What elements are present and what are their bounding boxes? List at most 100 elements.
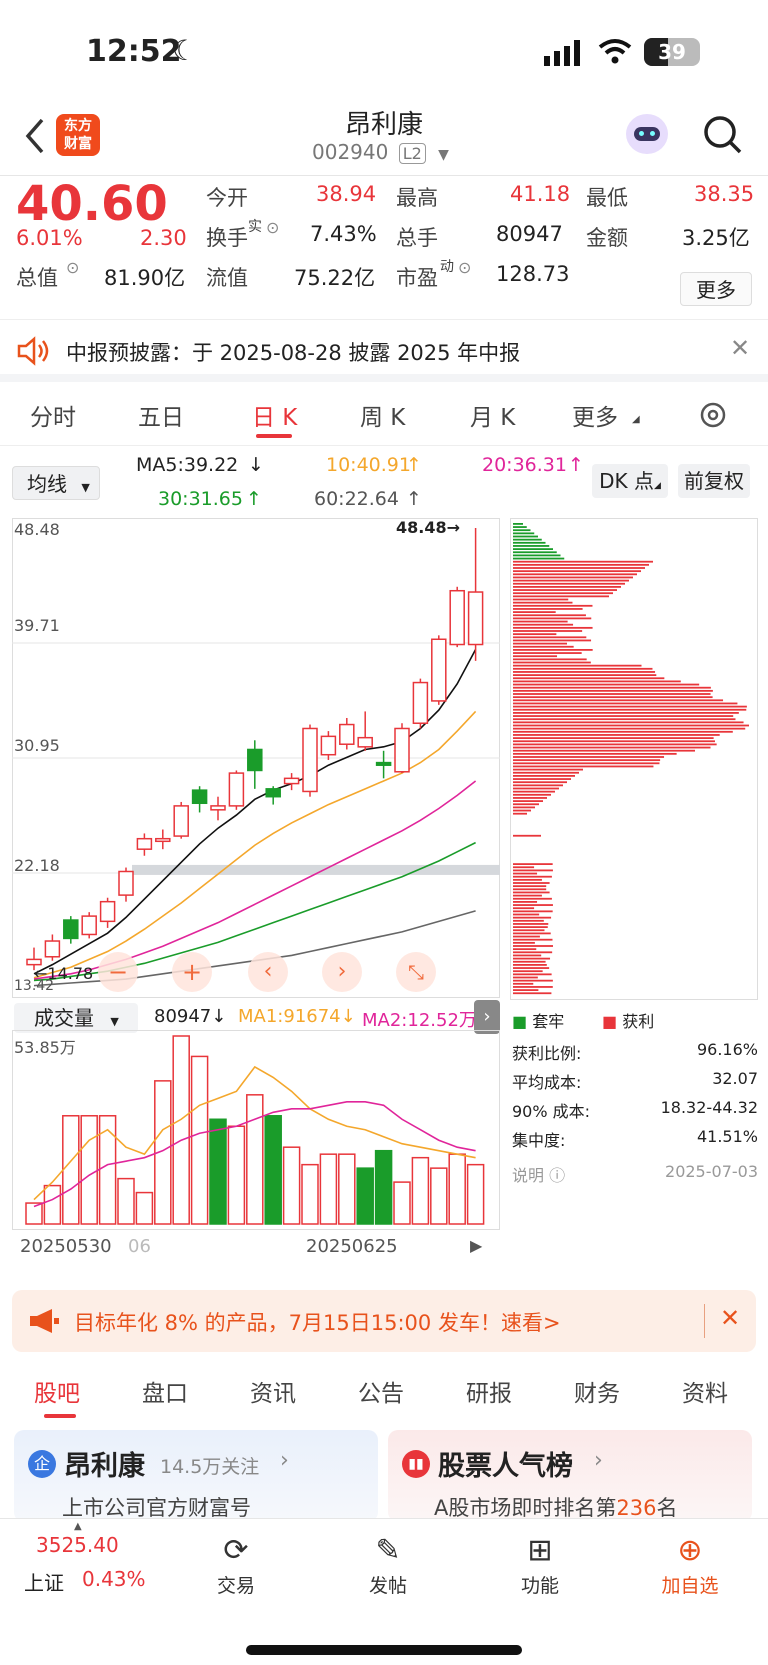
info-icon[interactable]: ⊙ bbox=[266, 218, 279, 237]
period-tabs: 分时 五日 日 K 周 K 月 K 更多 ◢ bbox=[0, 382, 768, 446]
chip-bar bbox=[513, 752, 677, 755]
chip-bar bbox=[513, 560, 653, 563]
rank-number: 236 bbox=[616, 1496, 657, 1520]
dk-point-button[interactable]: DK 点◢ bbox=[592, 464, 668, 498]
volume-bar bbox=[172, 1035, 190, 1225]
play-icon[interactable]: ▶ bbox=[470, 1236, 482, 1255]
chip-bar bbox=[513, 781, 567, 784]
chip-bar bbox=[513, 812, 527, 815]
tab-finance[interactable]: 财务 bbox=[574, 1374, 620, 1408]
candle-body bbox=[394, 727, 410, 773]
move-right-button[interactable]: › bbox=[322, 952, 362, 992]
tab-more[interactable]: 更多 bbox=[572, 398, 618, 432]
candle-body bbox=[136, 837, 153, 850]
tab-five-day[interactable]: 五日 bbox=[138, 398, 184, 432]
stat-explain[interactable]: 说明 ⓘ 2025-07-03 bbox=[512, 1162, 758, 1191]
volume-value: 80947↓ bbox=[154, 1006, 227, 1027]
chip-bar bbox=[513, 759, 661, 762]
zoom-out-button[interactable]: − bbox=[98, 952, 138, 992]
chip-bar bbox=[513, 532, 535, 535]
zoom-in-button[interactable]: + bbox=[172, 952, 212, 992]
trade-button[interactable]: ⟳ 交易 bbox=[186, 1531, 286, 1598]
volume-chart[interactable]: 53.85万 20250530 06 20250625 ▶ bbox=[12, 1030, 500, 1270]
legend-trapped-label: 套牢 bbox=[532, 1012, 565, 1031]
candle-body bbox=[173, 805, 189, 837]
chip-bar bbox=[513, 875, 552, 878]
tab-announcement[interactable]: 公告 bbox=[358, 1374, 404, 1408]
stat-value: 96.16% bbox=[696, 1040, 758, 1059]
ma-selector[interactable]: 均线 ▼ bbox=[12, 466, 100, 500]
chip-bar bbox=[513, 970, 543, 973]
chip-bar bbox=[513, 778, 571, 780]
function-button[interactable]: ⊞ 功能 bbox=[490, 1531, 590, 1598]
info-icon[interactable]: ⊙ bbox=[458, 258, 471, 277]
close-icon[interactable]: ✕ bbox=[730, 334, 750, 362]
stock-code-row[interactable]: 002940 L2 ▼ bbox=[312, 140, 449, 164]
ma10-arrow: ↑ bbox=[406, 454, 422, 476]
move-left-button[interactable]: ‹ bbox=[248, 952, 288, 992]
info-icon[interactable]: ⊙ bbox=[66, 258, 79, 277]
stat-label: 集中度: bbox=[512, 1131, 566, 1150]
candle-body bbox=[210, 805, 226, 811]
stock-code: 002940 bbox=[312, 140, 389, 164]
yen-cycle-icon: ⟳ bbox=[223, 1533, 249, 1568]
tab-weekly-k[interactable]: 周 K bbox=[360, 398, 405, 432]
tab-intraday[interactable]: 分时 bbox=[30, 398, 76, 432]
company-card[interactable]: 企 昂利康 14.5万关注 › 上市公司官方财富号 bbox=[14, 1430, 378, 1522]
chip-bar bbox=[513, 595, 609, 598]
volume-selector[interactable]: 成交量 ▼ bbox=[14, 1003, 138, 1033]
search-icon[interactable] bbox=[702, 114, 742, 156]
add-watchlist-label: 加自选 bbox=[661, 1575, 719, 1597]
candle-body bbox=[375, 761, 392, 766]
add-watchlist-button[interactable]: ⊕ 加自选 bbox=[640, 1531, 740, 1598]
tab-news[interactable]: 资讯 bbox=[250, 1374, 296, 1408]
min-value: 14.78 bbox=[47, 964, 94, 983]
chip-bar bbox=[513, 567, 645, 569]
chip-bar bbox=[513, 724, 749, 727]
tab-daily-k[interactable]: 日 K bbox=[252, 398, 297, 432]
expand-arrow-button[interactable]: › bbox=[474, 1000, 500, 1034]
chip-bar bbox=[513, 800, 543, 802]
volume-bar bbox=[319, 1153, 338, 1225]
chip-bar bbox=[513, 803, 539, 806]
chip-bar bbox=[513, 563, 649, 566]
vol-max-label: 53.85万 bbox=[14, 1038, 76, 1057]
close-icon[interactable]: ✕ bbox=[720, 1304, 740, 1332]
robot-icon[interactable] bbox=[626, 114, 668, 154]
tab-guba[interactable]: 股吧 bbox=[34, 1374, 80, 1408]
fullscreen-button[interactable]: ⤡ bbox=[396, 952, 436, 992]
banner-text: 目标年化 8% 的产品，7月15日15:00 发车！速看> bbox=[74, 1311, 561, 1335]
ma5-value: MA5:39.22 bbox=[136, 454, 239, 476]
chip-bar bbox=[513, 526, 527, 528]
tab-monthly-k[interactable]: 月 K bbox=[470, 398, 515, 432]
turnover-sup: 实 bbox=[248, 219, 262, 235]
tab-research[interactable]: 研报 bbox=[466, 1374, 512, 1408]
chip-bar bbox=[513, 551, 557, 554]
chip-distribution[interactable] bbox=[510, 518, 758, 1000]
promo-banner[interactable]: 目标年化 8% 的产品，7月15日15:00 发车！速看> ✕ bbox=[12, 1290, 756, 1352]
tab-panel[interactable]: 盘口 bbox=[142, 1374, 188, 1408]
popularity-card[interactable]: ▮▮ 股票人气榜 › A股市场即时排名第236名 bbox=[388, 1430, 752, 1522]
kline-chart[interactable]: 48.48 39.71 30.95 22.18 13.42 48.48→ ←14… bbox=[12, 518, 500, 998]
chip-bar bbox=[513, 863, 553, 865]
post-label: 发帖 bbox=[368, 1575, 407, 1597]
notice-bar[interactable]: 中报预披露：于 2025-08-28 披露 2025 年中报 ✕ bbox=[0, 320, 768, 382]
adjust-button[interactable]: 前复权 bbox=[678, 464, 750, 498]
index-value[interactable]: 3525.40 bbox=[36, 1533, 119, 1557]
rank-suffix: 名 bbox=[656, 1496, 678, 1520]
tab-profile[interactable]: 资料 bbox=[682, 1374, 728, 1408]
more-button[interactable]: 更多 bbox=[680, 272, 752, 306]
chip-bar bbox=[513, 737, 714, 739]
candle-body bbox=[191, 789, 208, 805]
chip-bar bbox=[513, 633, 557, 636]
chip-bar bbox=[513, 708, 747, 711]
post-button[interactable]: ✎ 发帖 bbox=[338, 1531, 438, 1598]
chip-bar bbox=[513, 756, 665, 758]
chip-bar bbox=[513, 658, 587, 661]
chip-bar bbox=[513, 573, 637, 576]
settings-icon[interactable] bbox=[698, 400, 728, 430]
date-label-3: 20250625 bbox=[306, 1236, 398, 1257]
ma5-line bbox=[33, 649, 477, 975]
volume-bar bbox=[374, 1149, 393, 1225]
chip-bar bbox=[513, 743, 717, 746]
